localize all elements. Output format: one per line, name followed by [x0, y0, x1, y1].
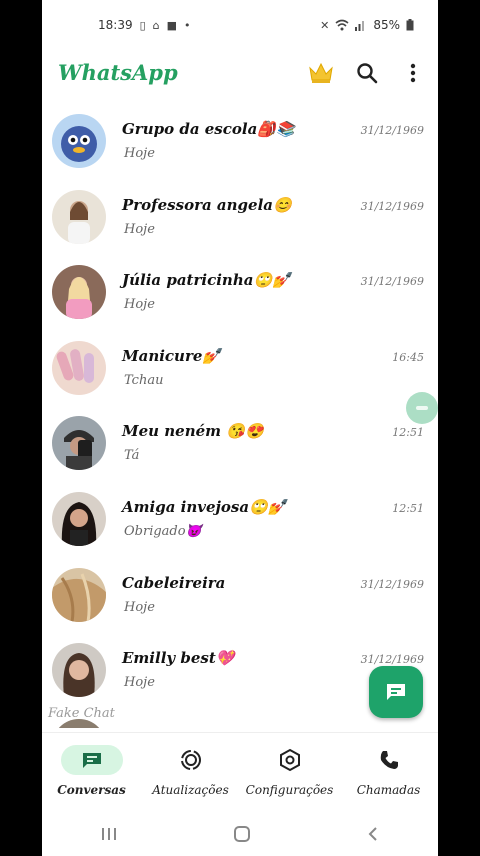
- chat-last-message: Tá: [124, 448, 140, 464]
- chat-row[interactable]: Amiga invejosa🙄💅 Obrigado😈 12:51: [42, 482, 438, 558]
- watermark: Fake Chat: [48, 706, 115, 721]
- home-icon[interactable]: [233, 825, 251, 843]
- recent-apps-icon[interactable]: [100, 826, 118, 842]
- settings-icon-wrap: [259, 745, 321, 775]
- chat-last-message: Hoje: [124, 599, 155, 615]
- chat-row[interactable]: Cabeleireira Hoje 31/12/1969: [42, 558, 438, 634]
- tab-label: Chamadas: [356, 783, 421, 797]
- chat-time: 31/12/1969: [360, 275, 424, 289]
- chat-time: 12:51: [392, 426, 424, 440]
- notification-icon: ▯: [139, 18, 146, 32]
- battery-level: 85%: [373, 18, 400, 32]
- settings-icon: [279, 748, 300, 772]
- chat-row[interactable]: Professora angela😊 Hoje 31/12/1969: [42, 180, 438, 256]
- app-header: WhatsApp: [42, 50, 438, 98]
- chat-last-message: Obrigado😈: [124, 523, 202, 539]
- facebook-icon: ■: [166, 18, 178, 32]
- chat-row[interactable]: Meu neném 😘😍 Tá 12:51: [42, 406, 438, 482]
- avatar: [52, 416, 106, 471]
- app-title: WhatsApp: [58, 60, 178, 85]
- battery-icon: [406, 19, 414, 31]
- bubble-icon: [416, 406, 428, 410]
- chat-name: Grupo da escola🎒📚: [122, 120, 295, 138]
- chat-last-message: Hoje: [124, 297, 155, 313]
- tab-configuracoes[interactable]: Configurações: [240, 733, 339, 813]
- avatar: [52, 643, 106, 698]
- chat-name: Amiga invejosa🙄💅: [122, 497, 287, 516]
- chat-list: Grupo da escola🎒📚 Hoje 31/12/1969 Profes…: [42, 104, 438, 728]
- chat-time: 31/12/1969: [360, 653, 424, 667]
- status-bar: 18:39 ▯ ⌂ ■ • ✕ 85%: [42, 0, 438, 50]
- back-icon[interactable]: [366, 826, 380, 842]
- system-navigation: [42, 812, 438, 856]
- status-icon-wrap: [160, 745, 222, 775]
- home-notification-icon: ⌂: [152, 18, 160, 32]
- chat-last-message: Hoje: [124, 221, 155, 237]
- crown-icon[interactable]: [308, 60, 334, 84]
- status-left: 18:39 ▯ ⌂ ■ •: [98, 18, 191, 32]
- tab-atualizacoes[interactable]: Atualizações: [141, 733, 240, 813]
- phone-icon-wrap: [358, 745, 420, 775]
- chat-icon: [82, 753, 101, 768]
- tab-chamadas[interactable]: Chamadas: [339, 733, 438, 813]
- chat-time: 31/12/1969: [360, 124, 424, 137]
- phone-icon: [380, 751, 398, 769]
- tab-label: Conversas: [57, 783, 126, 797]
- search-icon[interactable]: [356, 62, 378, 84]
- phone-screen: 18:39 ▯ ⌂ ■ • ✕ 85% WhatsApp Grupo da es…: [42, 0, 438, 856]
- status-right: ✕ 85%: [320, 18, 414, 32]
- avatar: [52, 114, 106, 168]
- chat-last-message: Tchau: [124, 372, 164, 388]
- wifi-icon: [335, 19, 349, 31]
- status-icon: [180, 750, 201, 770]
- bottom-navigation: Conversas Atualizações Configurações Cha…: [42, 732, 438, 812]
- signal-icon: [355, 21, 365, 31]
- chat-name: Júlia patricinha🙄💅: [122, 271, 291, 290]
- avatar: [52, 340, 106, 395]
- chat-row[interactable]: Júlia patricinha🙄💅 Hoje 31/12/1969: [42, 255, 438, 331]
- tab-label: Configurações: [245, 783, 334, 797]
- chat-name: Meu neném 😘😍: [122, 422, 264, 441]
- avatar: [52, 567, 106, 622]
- mute-icon: ✕: [320, 18, 330, 32]
- chat-row[interactable]: Manicure💅 Tchau 16:45: [42, 331, 438, 407]
- new-chat-button[interactable]: [369, 666, 423, 718]
- tab-label: Atualizações: [152, 783, 229, 797]
- chat-last-message: Hoje: [124, 146, 155, 161]
- chat-name: Professora angela😊: [122, 195, 292, 214]
- chat-last-message: Hoje: [124, 675, 155, 691]
- chat-time: 31/12/1969: [360, 577, 424, 591]
- dot-icon: •: [184, 18, 191, 32]
- chat-time: 12:51: [392, 501, 424, 515]
- avatar: [52, 189, 106, 244]
- more-options-icon[interactable]: [406, 62, 420, 84]
- tab-conversas[interactable]: Conversas: [42, 733, 141, 813]
- chat-row[interactable]: Grupo da escola🎒📚 Hoje 31/12/1969: [42, 104, 438, 180]
- avatar: [52, 491, 106, 546]
- chat-name: Emilly best💖: [122, 649, 235, 668]
- chat-name: Manicure💅: [122, 346, 222, 365]
- chat-time: 31/12/1969: [360, 199, 424, 213]
- floating-bubble[interactable]: [406, 392, 438, 424]
- avatar: [52, 265, 106, 320]
- new-chat-icon: [387, 684, 405, 700]
- chat-icon-wrap: [60, 745, 123, 775]
- chat-time: 16:45: [392, 350, 424, 364]
- status-time: 18:39: [98, 18, 133, 32]
- chat-name: Cabeleireira: [122, 573, 226, 592]
